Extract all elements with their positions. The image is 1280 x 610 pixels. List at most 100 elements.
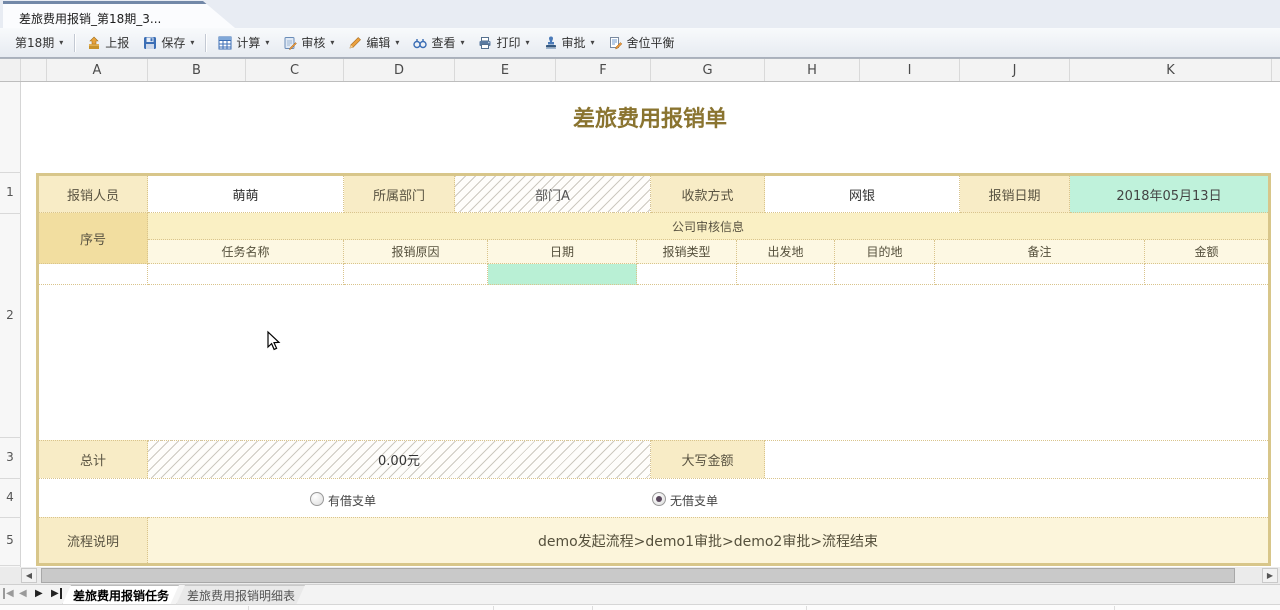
field-label-date: 报销日期 <box>960 176 1070 213</box>
row-header-5[interactable]: 5 <box>0 533 20 547</box>
column-header-E[interactable]: E <box>455 59 556 81</box>
chevron-down-icon: ▾ <box>395 38 399 47</box>
audit-icon <box>283 36 297 50</box>
data-cell-reason[interactable] <box>344 264 488 285</box>
gutter-line <box>0 565 21 566</box>
toolbar: 第18期 ▾ 上报 保存 ▾ 计算 ▾ 审核 ▾ 编辑 ▾ <box>0 28 1280 58</box>
field-value-payment-method[interactable]: 网银 <box>765 176 960 213</box>
table-header-destination: 目的地 <box>835 240 935 264</box>
table-header-amount: 金额 <box>1145 240 1268 264</box>
field-value-reimburser[interactable]: 萌萌 <box>148 176 344 213</box>
row-header-3[interactable]: 3 <box>0 450 20 464</box>
data-cell-remark[interactable] <box>935 264 1145 285</box>
radio-no-loan-label[interactable]: 无借支单 <box>670 492 718 509</box>
column-header-A[interactable]: A <box>47 59 148 81</box>
gutter-line <box>0 437 21 438</box>
chevron-down-icon: ▾ <box>460 38 464 47</box>
table-group-header: 公司审核信息 <box>148 213 1268 240</box>
sheet-tab-task[interactable]: 差旅费用报销任务 <box>62 585 180 605</box>
last-sheet-button[interactable]: ▶ <box>51 588 62 599</box>
column-header-K[interactable]: K <box>1070 59 1272 81</box>
chevron-down-icon: ▾ <box>265 38 269 47</box>
column-header-narrow[interactable] <box>21 59 47 81</box>
first-sheet-button[interactable]: ◀ <box>3 588 14 599</box>
save-button[interactable]: 保存 ▾ <box>136 31 201 54</box>
chevron-down-icon: ▾ <box>591 38 595 47</box>
window-tab-strip: 差旅费用报销_第18期_3... <box>0 0 1280 28</box>
submit-report-icon <box>87 36 101 50</box>
data-cell-date-selected[interactable] <box>488 264 637 285</box>
data-cell-origin[interactable] <box>737 264 835 285</box>
document-tab[interactable]: 差旅费用报销_第18期_3... <box>3 1 235 28</box>
data-cell-task-name[interactable] <box>148 264 344 285</box>
caps-amount-value[interactable] <box>765 440 1268 478</box>
grid-line <box>806 606 807 610</box>
approve-button[interactable]: 审批 ▾ <box>537 31 602 54</box>
bottom-grid-strip <box>0 604 1280 610</box>
field-label-department: 所属部门 <box>344 176 455 213</box>
printer-icon <box>478 36 492 50</box>
field-value-department[interactable]: 部门A <box>455 176 651 213</box>
prev-sheet-button[interactable]: ◀ <box>19 588 27 599</box>
data-cell-amount[interactable] <box>1145 264 1268 285</box>
radio-has-loan-label[interactable]: 有借支单 <box>328 492 376 509</box>
row-header-1[interactable]: 1 <box>0 185 20 199</box>
sheet-tab-detail[interactable]: 差旅费用报销明细表 <box>176 585 306 605</box>
app-window: 差旅费用报销_第18期_3... 第18期 ▾ 上报 保存 ▾ 计算 ▾ 审核 … <box>0 0 1280 610</box>
pencil-icon <box>348 36 362 50</box>
total-amount[interactable]: 0.00元 <box>148 440 651 478</box>
period-dropdown[interactable]: 第18期 ▾ <box>8 31 70 54</box>
column-header-C[interactable]: C <box>246 59 344 81</box>
grid-line <box>248 606 249 610</box>
column-header-B[interactable]: B <box>148 59 246 81</box>
grid-line <box>1114 606 1115 610</box>
column-header-G[interactable]: G <box>651 59 765 81</box>
data-cell-type[interactable] <box>637 264 737 285</box>
table-header-task-name: 任务名称 <box>148 240 344 264</box>
print-button[interactable]: 打印 ▾ <box>471 31 536 54</box>
mouse-cursor <box>262 330 282 352</box>
edit-button[interactable]: 编辑 ▾ <box>341 31 406 54</box>
radio-has-loan[interactable] <box>310 492 324 506</box>
scroll-right-button[interactable]: ▶ <box>1262 568 1278 583</box>
scroll-left-button[interactable]: ◀ <box>21 568 37 583</box>
audit-button[interactable]: 审核 ▾ <box>276 31 341 54</box>
data-cell-destination[interactable] <box>835 264 935 285</box>
toolbar-separator <box>205 34 207 52</box>
column-header-I[interactable]: I <box>860 59 960 81</box>
select-all-corner[interactable] <box>0 59 21 81</box>
binoculars-icon <box>413 36 427 50</box>
data-cell-seq[interactable] <box>39 264 148 285</box>
table-header-seq: 序号 <box>39 213 148 264</box>
stamp-icon <box>544 36 558 50</box>
column-header-D[interactable]: D <box>344 59 455 81</box>
field-value-date[interactable]: 2018年05月13日 <box>1070 176 1268 213</box>
grid-line <box>592 606 593 610</box>
submit-button[interactable]: 上报 <box>80 31 136 54</box>
next-sheet-button[interactable]: ▶ <box>35 588 43 599</box>
column-header-H[interactable]: H <box>765 59 860 81</box>
chevron-down-icon: ▾ <box>59 38 63 47</box>
calculate-button[interactable]: 计算 ▾ <box>211 31 276 54</box>
balance-edit-icon <box>609 36 623 50</box>
row-header-4[interactable]: 4 <box>0 490 20 504</box>
grid-line <box>493 606 494 610</box>
table-header-reason: 报销原因 <box>344 240 488 264</box>
row-header-2[interactable]: 2 <box>0 308 20 322</box>
form-title: 差旅费用报销单 <box>400 101 900 133</box>
field-label-payment-method: 收款方式 <box>651 176 765 213</box>
flow-label: 流程说明 <box>39 517 148 563</box>
flow-value: demo发起流程>demo1审批>demo2审批>流程结束 <box>148 517 1268 563</box>
toolbar-separator <box>74 34 76 52</box>
horizontal-scrollbar[interactable]: ◀ ▶ <box>0 567 1280 584</box>
document-tab-title: 差旅费用报销_第18期_3... <box>19 10 161 27</box>
rounding-balance-button[interactable]: 舍位平衡 <box>602 31 682 54</box>
chevron-down-icon: ▾ <box>190 38 194 47</box>
radio-no-loan[interactable] <box>652 492 666 506</box>
scrollbar-thumb[interactable] <box>41 568 1235 583</box>
column-header-F[interactable]: F <box>556 59 651 81</box>
view-button[interactable]: 查看 ▾ <box>406 31 471 54</box>
gutter-line <box>0 478 21 479</box>
table-header-date: 日期 <box>488 240 637 264</box>
column-header-J[interactable]: J <box>960 59 1070 81</box>
